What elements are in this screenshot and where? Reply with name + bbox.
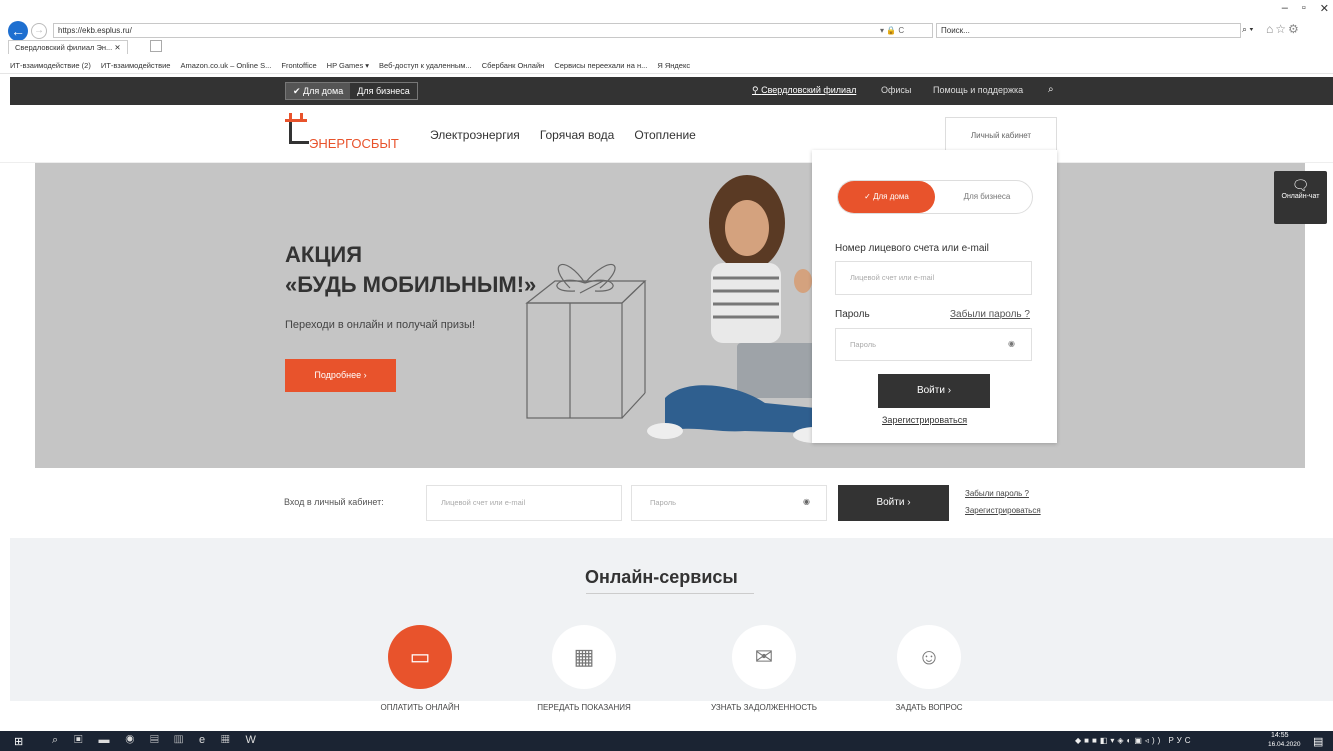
eye-icon[interactable]: ◉ [803,497,810,506]
window-controls: – ▫ ✕ [1282,2,1329,15]
password-input[interactable]: Пароль [835,328,1032,361]
segment-home[interactable]: ✔ Для дома [286,83,351,99]
lang-indicator[interactable]: РУС [1169,736,1194,745]
favorite-item[interactable]: ИТ-взаимодействие [101,58,171,73]
quick-account-input[interactable]: Лицевой счет или e-mail [426,485,622,521]
site-topbar [10,77,1333,105]
credit-card-icon[interactable]: ▭ [388,625,452,689]
home-star-gear-icon[interactable]: ⌂☆⚙ [1266,22,1301,36]
browser-tab[interactable]: Свердловский филиал Эн... ✕ [8,40,128,54]
login-button[interactable]: Войти › [878,374,990,408]
clock-time[interactable]: 14:55 [1271,732,1289,739]
site-search-icon[interactable]: ⌕ [1048,84,1054,95]
service-readings-label[interactable]: ПЕРЕДАТЬ ПОКАЗАНИЯ [509,703,659,712]
chat-icon: 🗨 [1291,177,1310,193]
segment-business[interactable]: Для бизнеса [350,83,417,99]
forward-icon[interactable]: → [31,23,47,39]
favorite-item[interactable]: ИТ-взаимодействие (2) [10,58,91,73]
quick-login-button[interactable]: Войти › [838,485,949,521]
system-tray: ◆■■◧▾◈◐▣◃)) РУС [1075,736,1194,745]
clock-date[interactable]: 16.04.2020 [1268,741,1301,748]
back-icon[interactable]: ← [8,21,28,41]
register-link[interactable]: Зарегистрироваться [882,415,967,425]
restore-button[interactable]: ▫ [1302,2,1306,15]
favorite-item[interactable]: Сбербанк Онлайн [482,58,545,73]
account-type-toggle: ✓ Для дома Для бизнеса [837,180,1033,214]
password-label: Пароль [835,309,870,320]
chat-label: Онлайн-чат [1281,193,1320,200]
more-button[interactable]: Подробнее › [285,359,396,392]
minimize-button[interactable]: – [1282,2,1288,15]
start-icon[interactable]: ⊞ [14,735,23,748]
toggle-business[interactable]: Для бизнеса [943,181,1031,213]
url-text: https://ekb.esplus.ru/ [58,26,132,35]
account-input[interactable]: Лицевой счет или e-mail [835,261,1032,295]
search-icon[interactable]: ⌕ ▾ [1242,24,1253,35]
address-bar[interactable]: https://ekb.esplus.ru/ [53,23,933,38]
login-panel: ✓ Для дома Для бизнеса Номер лицевого сч… [812,150,1057,443]
nav-heating[interactable]: Отопление [634,128,696,142]
promo-image [525,175,837,443]
quick-password-input[interactable]: Пароль [631,485,827,521]
help-link[interactable]: Помощь и поддержка [933,85,1023,95]
promo-subtitle: Переходи в онлайн и получай призы! [285,319,476,331]
forgot-password-link[interactable]: Забыли пароль ? [950,309,1030,320]
divider [586,593,754,594]
new-tab-button[interactable] [150,40,162,52]
favorite-item[interactable]: Веб-доступ к удаленным... [379,58,472,73]
operator-icon[interactable]: ☺ [897,625,961,689]
taskbar-apps-icon[interactable]: ⌕▣▬◉▤▥e▦W [52,734,272,747]
quick-register-link[interactable]: Зарегистрироваться [965,506,1041,515]
nav-hot-water[interactable]: Горячая вода [540,128,615,142]
quick-forgot-link[interactable]: Забыли пароль ? [965,489,1029,498]
offices-link[interactable]: Офисы [881,85,911,95]
services-title: Онлайн-сервисы [585,567,738,587]
toggle-home[interactable]: ✓ Для дома [838,181,935,213]
region-label: Свердловский филиал [761,85,857,95]
notification-icon[interactable]: ▤ [1313,735,1323,748]
nav-electricity[interactable]: Электроэнергия [430,128,520,142]
region-link[interactable]: ⚲ Свердловский филиал [752,85,856,96]
favorite-item[interactable]: HP Games ▾ [327,58,369,73]
favorite-item[interactable]: Сервисы переехали на н... [554,58,647,73]
promo-banner: АКЦИЯ «БУДЬ МОБИЛЬНЫМ!» Переходи в онлай… [35,163,1305,468]
logo-text: ЭНЕРГОСБЫТ [309,136,399,151]
eye-icon[interactable]: ◉ [1008,339,1015,348]
service-question-label[interactable]: ЗАДАТЬ ВОПРОС [854,703,1004,712]
favorites-bar: ИТ-взаимодействие (2) ИТ-взаимодействие … [0,58,1333,74]
main-nav: Электроэнергия Горячая вода Отопление [430,128,696,142]
service-pay-label[interactable]: ОПЛАТИТЬ ОНЛАЙН [345,703,495,712]
favorite-item[interactable]: Amazon.co.uk – Online S... [180,58,271,73]
meter-icon[interactable]: ▦ [552,625,616,689]
favorite-item[interactable]: Frontoffice [281,58,316,73]
service-debt-label[interactable]: УЗНАТЬ ЗАДОЛЖЕННОСТЬ [689,703,839,712]
online-services-section [10,538,1333,701]
browser-search-input[interactable]: Поиск... [936,23,1241,38]
envelope-ruble-icon[interactable]: ✉ [732,625,796,689]
account-label: Номер лицевого счета или e-mail [835,243,989,254]
close-button[interactable]: ✕ [1320,2,1329,15]
segment-switch: ✔ Для дома Для бизнеса [285,82,418,100]
quick-login-label: Вход в личный кабинет: [284,497,384,507]
favorite-item[interactable]: Я Яндекс [657,58,690,73]
online-chat-button[interactable]: 🗨 Онлайн-чат [1274,171,1327,224]
refresh-icon[interactable]: ▾ 🔒 C [880,23,904,38]
